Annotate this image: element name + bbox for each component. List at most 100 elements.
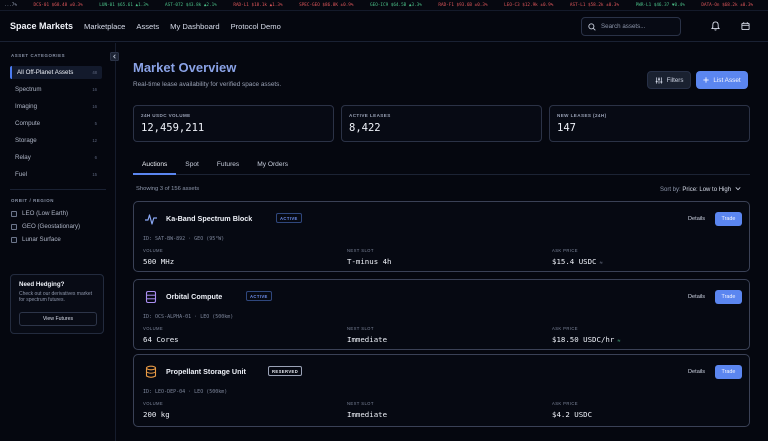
stat-card-volume: 24H USDC VOLUME 12,459,211 <box>133 105 334 142</box>
sidebar-item-count: 6 <box>94 155 97 160</box>
asset-card[interactable]: Orbital Compute ACTIVE Details Trade ID:… <box>133 279 750 350</box>
sidebar-item-label: Spectrum <box>15 86 42 93</box>
volume-field: VOLUME 200 kg <box>143 401 170 419</box>
sidebar-item-count: 16 <box>92 104 97 109</box>
trade-button[interactable]: Trade <box>715 212 742 226</box>
list-asset-button[interactable]: List Asset <box>696 71 748 89</box>
trend-icon: ≈ <box>599 260 603 266</box>
field-label: VOLUME <box>143 326 164 331</box>
asset-card[interactable]: Propellant Storage Unit RESERVED Details… <box>133 354 750 427</box>
brand-logo[interactable]: Space Markets <box>10 21 84 31</box>
asset-id: ID: SAT-BW-892 · GEO (95°W) <box>143 236 225 242</box>
asset-name[interactable]: Propellant Storage Unit <box>166 367 246 376</box>
field-label: NEXT SLOT <box>347 401 374 406</box>
details-link[interactable]: Details <box>688 294 705 300</box>
bell-icon[interactable] <box>711 21 720 31</box>
volume-field: VOLUME 500 MHz <box>143 248 174 266</box>
orbit-label: Lunar Surface <box>22 236 61 243</box>
stat-value: 8,422 <box>349 122 381 134</box>
tab-my-orders[interactable]: My Orders <box>248 157 297 175</box>
orbit-filter-leo[interactable]: LEO (Low Earth) <box>11 210 68 217</box>
main-nav: Marketplace Assets My Dashboard Protocol… <box>84 22 281 31</box>
ask-price-field: ASK PRICE $4.2 USDC <box>552 401 592 419</box>
field-label: VOLUME <box>143 401 164 406</box>
sidebar-item-relay[interactable]: Relay 6 <box>10 151 102 164</box>
sidebar-divider <box>10 189 106 190</box>
sort-value: Price: Low to High <box>682 187 732 193</box>
view-futures-button[interactable]: View Futures <box>19 312 97 326</box>
asset-name[interactable]: Orbital Compute <box>166 292 222 301</box>
sidebar-item-all-assets[interactable]: All Off-Planet Assets 48 <box>10 66 102 79</box>
details-link[interactable]: Details <box>688 216 705 222</box>
server-icon <box>145 290 157 304</box>
field-value: $4.2 USDC <box>552 410 593 419</box>
sidebar-item-label: Fuel <box>15 171 28 178</box>
orbit-region-title: ORBIT / REGION <box>11 198 55 203</box>
trade-button[interactable]: Trade <box>715 290 742 304</box>
orbit-label: GEO (Geostationary) <box>22 223 81 230</box>
filters-label: Filters <box>666 76 684 84</box>
sidebar: ASSET CATEGORIES All Off-Planet Assets 48… <box>0 43 119 441</box>
asset-id: ID: OCS-ALPHA-01 · LEO (500km) <box>143 314 234 320</box>
sidebar-item-label: Storage <box>15 137 37 144</box>
page-subtitle: Real-time lease availability for verifie… <box>133 81 282 88</box>
checkbox[interactable] <box>11 236 17 243</box>
sort-dropdown[interactable]: Sort by: Price: Low to High <box>660 186 741 193</box>
sort-label: Sort by: <box>660 187 681 193</box>
tab-futures[interactable]: Futures <box>208 157 248 175</box>
field-label: NEXT SLOT <box>347 326 374 331</box>
nav-protocol-demo[interactable]: Protocol Demo <box>231 22 281 31</box>
chevron-down-icon <box>735 187 741 191</box>
market-tabs: Auctions Spot Futures My Orders <box>133 157 750 175</box>
next-slot-field: NEXT SLOT T-minus 4h <box>347 248 392 266</box>
checkbox[interactable] <box>11 223 17 230</box>
next-slot-field: NEXT SLOT Immediate <box>347 326 387 344</box>
asset-card[interactable]: Ka-Band Spectrum Block ACTIVE Details Tr… <box>133 201 750 272</box>
volume-field: VOLUME 64 Cores <box>143 326 179 344</box>
top-header: Space Markets Marketplace Assets My Dash… <box>0 11 768 42</box>
asset-id: ID: LEO-DEP-04 · LEO (500km) <box>143 389 228 395</box>
hedging-title: Need Hedging? <box>19 281 65 288</box>
checkbox[interactable] <box>11 210 17 217</box>
filters-button[interactable]: Filters <box>647 71 691 89</box>
price-ticker: ...7% DCS-01 $68.48 ±0.3% LUN-01 $65.61 … <box>0 0 768 11</box>
search-input[interactable]: Search assets... <box>581 17 681 36</box>
tab-spot[interactable]: Spot <box>176 157 208 175</box>
database-icon <box>145 365 157 378</box>
field-label: VOLUME <box>143 248 164 253</box>
field-value: 200 kg <box>143 410 170 419</box>
hedging-text: Check out our derivatives market for spe… <box>19 291 93 304</box>
hedging-promo-card: Need Hedging? Check out our derivatives … <box>10 274 104 334</box>
trade-button[interactable]: Trade <box>715 365 742 379</box>
ticker-item: RAD-L1 $18.1k ▲1.3% <box>233 3 283 8</box>
sidebar-item-count: 16 <box>92 87 97 92</box>
list-asset-label: List Asset <box>713 76 741 84</box>
field-label: ASK PRICE <box>552 401 578 406</box>
field-value-row: $15.4 USDC ≈ <box>552 257 603 266</box>
sidebar-item-fuel[interactable]: Fuel 15 <box>10 168 102 181</box>
nav-my-dashboard[interactable]: My Dashboard <box>170 22 219 31</box>
nav-marketplace[interactable]: Marketplace <box>84 22 125 31</box>
wallet-icon[interactable] <box>741 21 750 31</box>
ticker-item: SPEC-GEO $86.8K ±0.9% <box>299 3 354 8</box>
plus-icon <box>703 77 709 83</box>
field-value: $15.4 USDC <box>552 257 597 266</box>
field-value: $18.50 USDC/hr <box>552 335 615 344</box>
details-link[interactable]: Details <box>688 369 705 375</box>
sidebar-item-label: All Off-Planet Assets <box>17 69 74 76</box>
sidebar-item-spectrum[interactable]: Spectrum 16 <box>10 83 102 96</box>
orbit-filter-geo[interactable]: GEO (Geostationary) <box>11 223 80 230</box>
sidebar-item-compute[interactable]: Compute 5 <box>10 117 102 130</box>
stat-label: 24H USDC VOLUME <box>141 113 191 118</box>
orbit-filter-lunar[interactable]: Lunar Surface <box>11 236 61 243</box>
ticker-item: AST-072 $43.8k ▲2.1% <box>165 3 217 8</box>
asset-categories-title: ASSET CATEGORIES <box>11 53 66 58</box>
sidebar-item-storage[interactable]: Storage 12 <box>10 134 102 147</box>
ticker-item: LUN-01 $65.61 ▲1.3% <box>99 3 149 8</box>
asset-name[interactable]: Ka-Band Spectrum Block <box>166 214 252 223</box>
nav-assets[interactable]: Assets <box>136 22 159 31</box>
trend-icon: ≈ <box>617 338 621 344</box>
stat-card-active-leases: ACTIVE LEASES 8,422 <box>341 105 542 142</box>
tab-auctions[interactable]: Auctions <box>133 157 177 175</box>
sidebar-item-imaging[interactable]: Imaging 16 <box>10 100 102 113</box>
